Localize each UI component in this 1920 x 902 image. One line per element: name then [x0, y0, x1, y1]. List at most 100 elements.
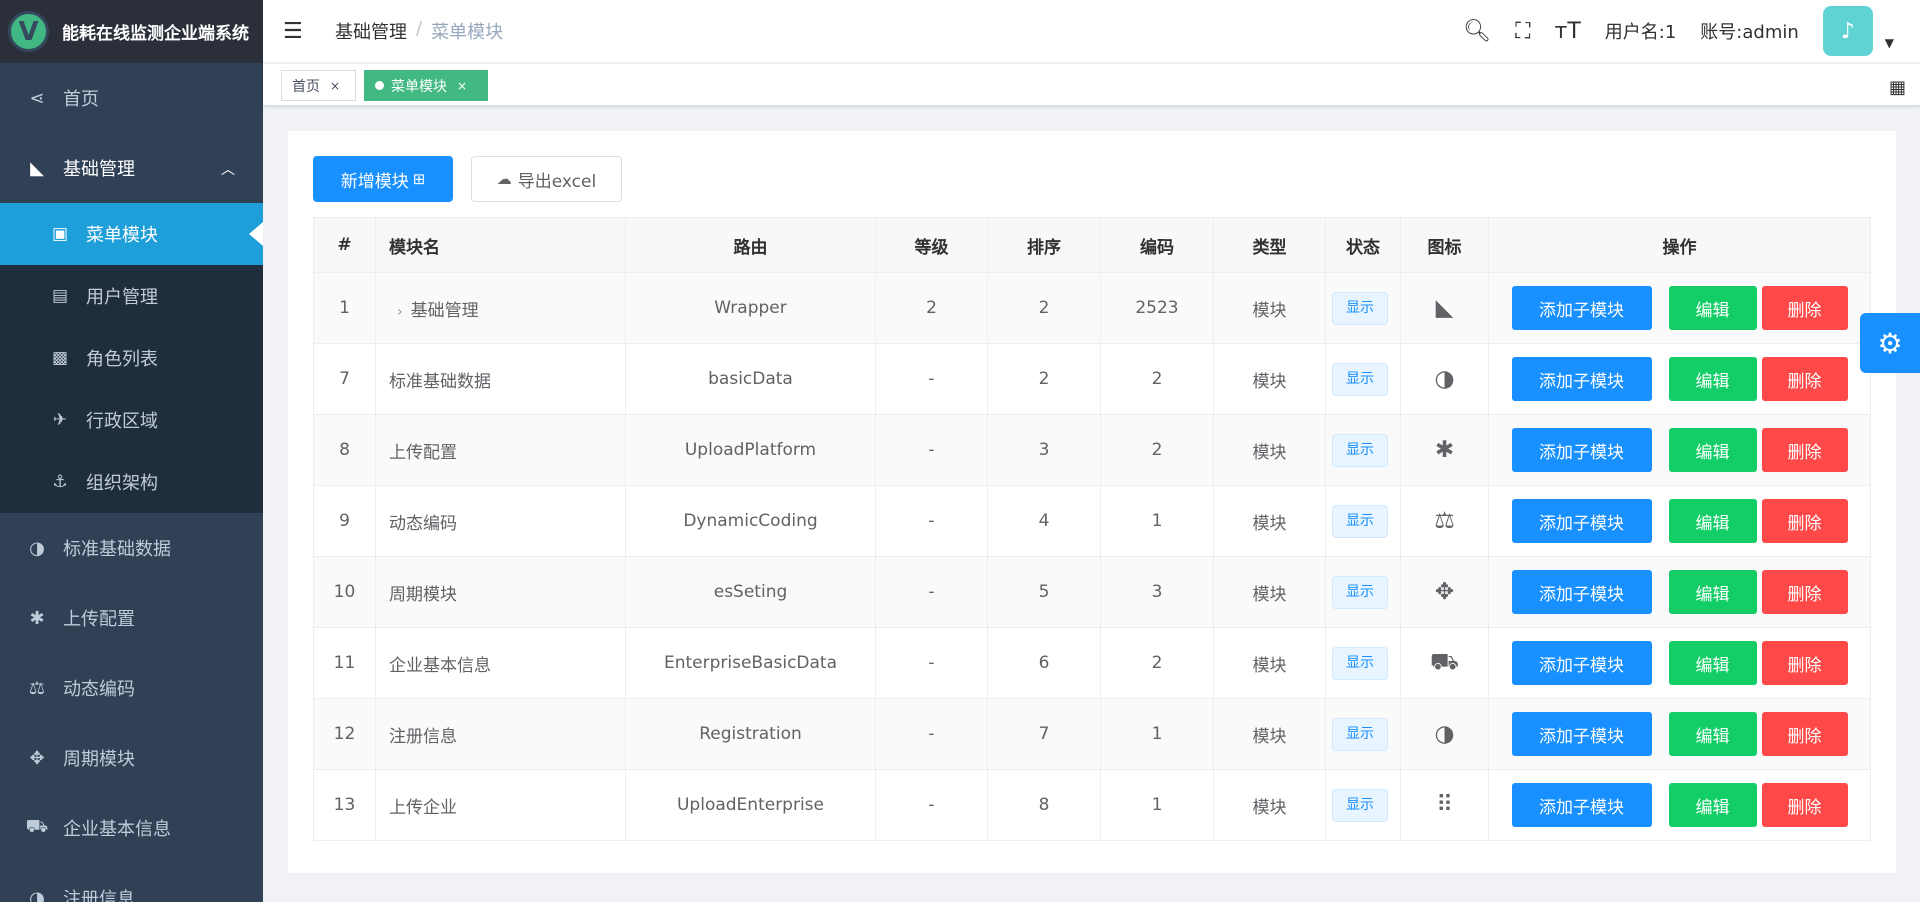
- settings-gear-icon[interactable]: ⚙: [1860, 313, 1920, 373]
- table-row[interactable]: 11 企业基本信息 EnterpriseBasicData - 6 2 模块 显…: [313, 627, 1871, 699]
- sidebar-item-period[interactable]: ✥ 周期模块: [0, 723, 263, 793]
- font-size-icon[interactable]: ᴛT: [1555, 19, 1581, 44]
- sidebar-item-standard-data[interactable]: ◑ 标准基础数据: [0, 513, 263, 583]
- edit-button[interactable]: 编辑: [1668, 499, 1757, 543]
- cell-icon: ⠿: [1400, 769, 1489, 841]
- hamburger-icon[interactable]: ☰: [283, 19, 309, 44]
- sidebar-item-upload-config[interactable]: ✱ 上传配置: [0, 583, 263, 653]
- cell-route: Registration: [625, 698, 876, 770]
- cell-route: esSeting: [625, 556, 876, 628]
- sidebar-item-role-list[interactable]: ▩ 角色列表: [0, 327, 263, 389]
- cell-id: 1: [313, 272, 376, 344]
- cell-sort: 8: [987, 769, 1101, 841]
- cell-sort: 2: [987, 343, 1101, 415]
- add-child-button[interactable]: 添加子模块: [1511, 570, 1652, 614]
- delete-button[interactable]: 删除: [1761, 286, 1848, 330]
- sidebar-item-user-management[interactable]: ▤ 用户管理: [0, 265, 263, 327]
- cell-code: 1: [1100, 698, 1214, 770]
- anchor-icon: ⚓: [52, 472, 68, 492]
- sidebar-item-basic[interactable]: ◣ 基础管理 ︿: [0, 133, 263, 203]
- delete-button[interactable]: 删除: [1761, 428, 1848, 472]
- sidebar-item-enterprise-info[interactable]: ⛟ 企业基本信息: [0, 793, 263, 863]
- half-circle-icon: ◑: [1434, 366, 1455, 392]
- edit-button[interactable]: 编辑: [1668, 641, 1757, 685]
- cell-status: 显示: [1325, 698, 1401, 770]
- sidebar-item-dynamic-coding[interactable]: ⚖ 动态编码: [0, 653, 263, 723]
- sidebar-item-label: 菜单模块: [86, 225, 158, 246]
- delete-button[interactable]: 删除: [1761, 641, 1848, 685]
- expand-chevron-icon[interactable]: ›: [397, 304, 403, 320]
- table-row[interactable]: 13 上传企业 UploadEnterprise - 8 1 模块 显示 ⠿ 添…: [313, 769, 1871, 841]
- search-icon[interactable]: 🔍︎: [1463, 19, 1491, 44]
- cell-name: 上传企业: [375, 769, 626, 841]
- add-child-button[interactable]: 添加子模块: [1511, 783, 1652, 827]
- edit-button[interactable]: 编辑: [1668, 712, 1757, 756]
- tag-home[interactable]: 首页 ×: [281, 70, 356, 101]
- table-row[interactable]: 10 周期模块 esSeting - 5 3 模块 显示 ✥ 添加子模块 编辑 …: [313, 556, 1871, 628]
- cell-status: 显示: [1325, 627, 1401, 699]
- arrows-move-icon: ✥: [29, 747, 45, 769]
- add-child-button[interactable]: 添加子模块: [1511, 641, 1652, 685]
- edit-button[interactable]: 编辑: [1668, 428, 1757, 472]
- tag-menu-module[interactable]: 菜单模块 ×: [364, 70, 488, 101]
- col-header: 排序: [987, 217, 1101, 273]
- table-row[interactable]: 1 › 基础管理 Wrapper 2 2 2523 模块 显示 ◣ 添加子模块 编…: [313, 272, 1871, 344]
- delete-button[interactable]: 删除: [1761, 499, 1848, 543]
- edit-button[interactable]: 编辑: [1668, 570, 1757, 614]
- cell-sort: 6: [987, 627, 1101, 699]
- sidebar-item-label: 标准基础数据: [63, 539, 171, 560]
- sidebar-item-org[interactable]: ⚓ 组织架构: [0, 451, 263, 513]
- add-child-button[interactable]: 添加子模块: [1511, 499, 1652, 543]
- edit-button[interactable]: 编辑: [1668, 286, 1757, 330]
- balance-scale-icon: ⚖: [1434, 508, 1455, 534]
- edit-button[interactable]: 编辑: [1668, 357, 1757, 401]
- active-dot: [375, 81, 384, 90]
- cell-actions: 添加子模块 编辑 删除: [1488, 485, 1871, 557]
- avatar[interactable]: ♪: [1822, 6, 1873, 56]
- brand: V 能耗在线监测企业端系统: [0, 0, 263, 63]
- close-icon[interactable]: ×: [457, 79, 467, 93]
- cell-type: 模块: [1213, 769, 1326, 841]
- caret-down-icon[interactable]: ▼: [1885, 36, 1894, 50]
- half-circle-icon: ◑: [29, 887, 45, 902]
- cell-actions: 添加子模块 编辑 删除: [1488, 343, 1871, 415]
- export-excel-button[interactable]: ☁ 导出excel: [471, 156, 622, 202]
- cell-level: -: [875, 769, 988, 841]
- cell-level: -: [875, 485, 988, 557]
- delete-button[interactable]: 删除: [1761, 783, 1848, 827]
- sidebar-item-registration[interactable]: ◑ 注册信息: [0, 863, 263, 902]
- table-row[interactable]: 9 动态编码 DynamicCoding - 4 1 模块 显示 ⚖ 添加子模块…: [313, 485, 1871, 557]
- delete-button[interactable]: 删除: [1761, 357, 1848, 401]
- sidebar-item-label: 用户管理: [86, 287, 158, 308]
- sidebar-item-label: 组织架构: [86, 473, 158, 494]
- delete-button[interactable]: 删除: [1761, 570, 1848, 614]
- fullscreen-icon[interactable]: ⛶: [1515, 19, 1530, 44]
- edit-button[interactable]: 编辑: [1668, 783, 1757, 827]
- table-row[interactable]: 8 上传配置 UploadPlatform - 3 2 模块 显示 ✱ 添加子模…: [313, 414, 1871, 486]
- table-row[interactable]: 12 注册信息 Registration - 7 1 模块 显示 ◑ 添加子模块…: [313, 698, 1871, 770]
- table-row[interactable]: 7 标准基础数据 basicData - 2 2 模块 显示 ◑ 添加子模块 编…: [313, 343, 1871, 415]
- close-icon[interactable]: ×: [330, 79, 340, 93]
- sidebar-item-region[interactable]: ✈ 行政区域: [0, 389, 263, 451]
- map-icon: ✈: [52, 410, 68, 430]
- add-module-button[interactable]: 新增模块 ⊞: [313, 156, 453, 202]
- cell-route: basicData: [625, 343, 876, 415]
- add-child-button[interactable]: 添加子模块: [1511, 712, 1652, 756]
- cell-name: 企业基本信息: [375, 627, 626, 699]
- cell-name: 标准基础数据: [375, 343, 626, 415]
- sidebar-item-home[interactable]: ⋖ 首页: [0, 63, 263, 133]
- sidebar-item-menu-module[interactable]: ▣ 菜单模块: [0, 203, 263, 265]
- delete-button[interactable]: 删除: [1761, 712, 1848, 756]
- cell-route: EnterpriseBasicData: [625, 627, 876, 699]
- col-header: #: [313, 217, 376, 273]
- add-child-button[interactable]: 添加子模块: [1511, 428, 1652, 472]
- cell-icon: ◑: [1400, 698, 1489, 770]
- cell-id: 12: [313, 698, 376, 770]
- add-child-button[interactable]: 添加子模块: [1511, 357, 1652, 401]
- account-label: 账号:admin: [1700, 22, 1799, 43]
- arrows-move-icon: ✥: [1434, 579, 1455, 605]
- grid-icon[interactable]: ▦: [1889, 77, 1906, 98]
- add-child-button[interactable]: 添加子模块: [1511, 286, 1652, 330]
- sidebar: V 能耗在线监测企业端系统 ⋖ 首页 ◣ 基础管理 ︿ ▣ 菜单模块 ▤ 用户管…: [0, 0, 263, 902]
- cell-sort: 3: [987, 414, 1101, 486]
